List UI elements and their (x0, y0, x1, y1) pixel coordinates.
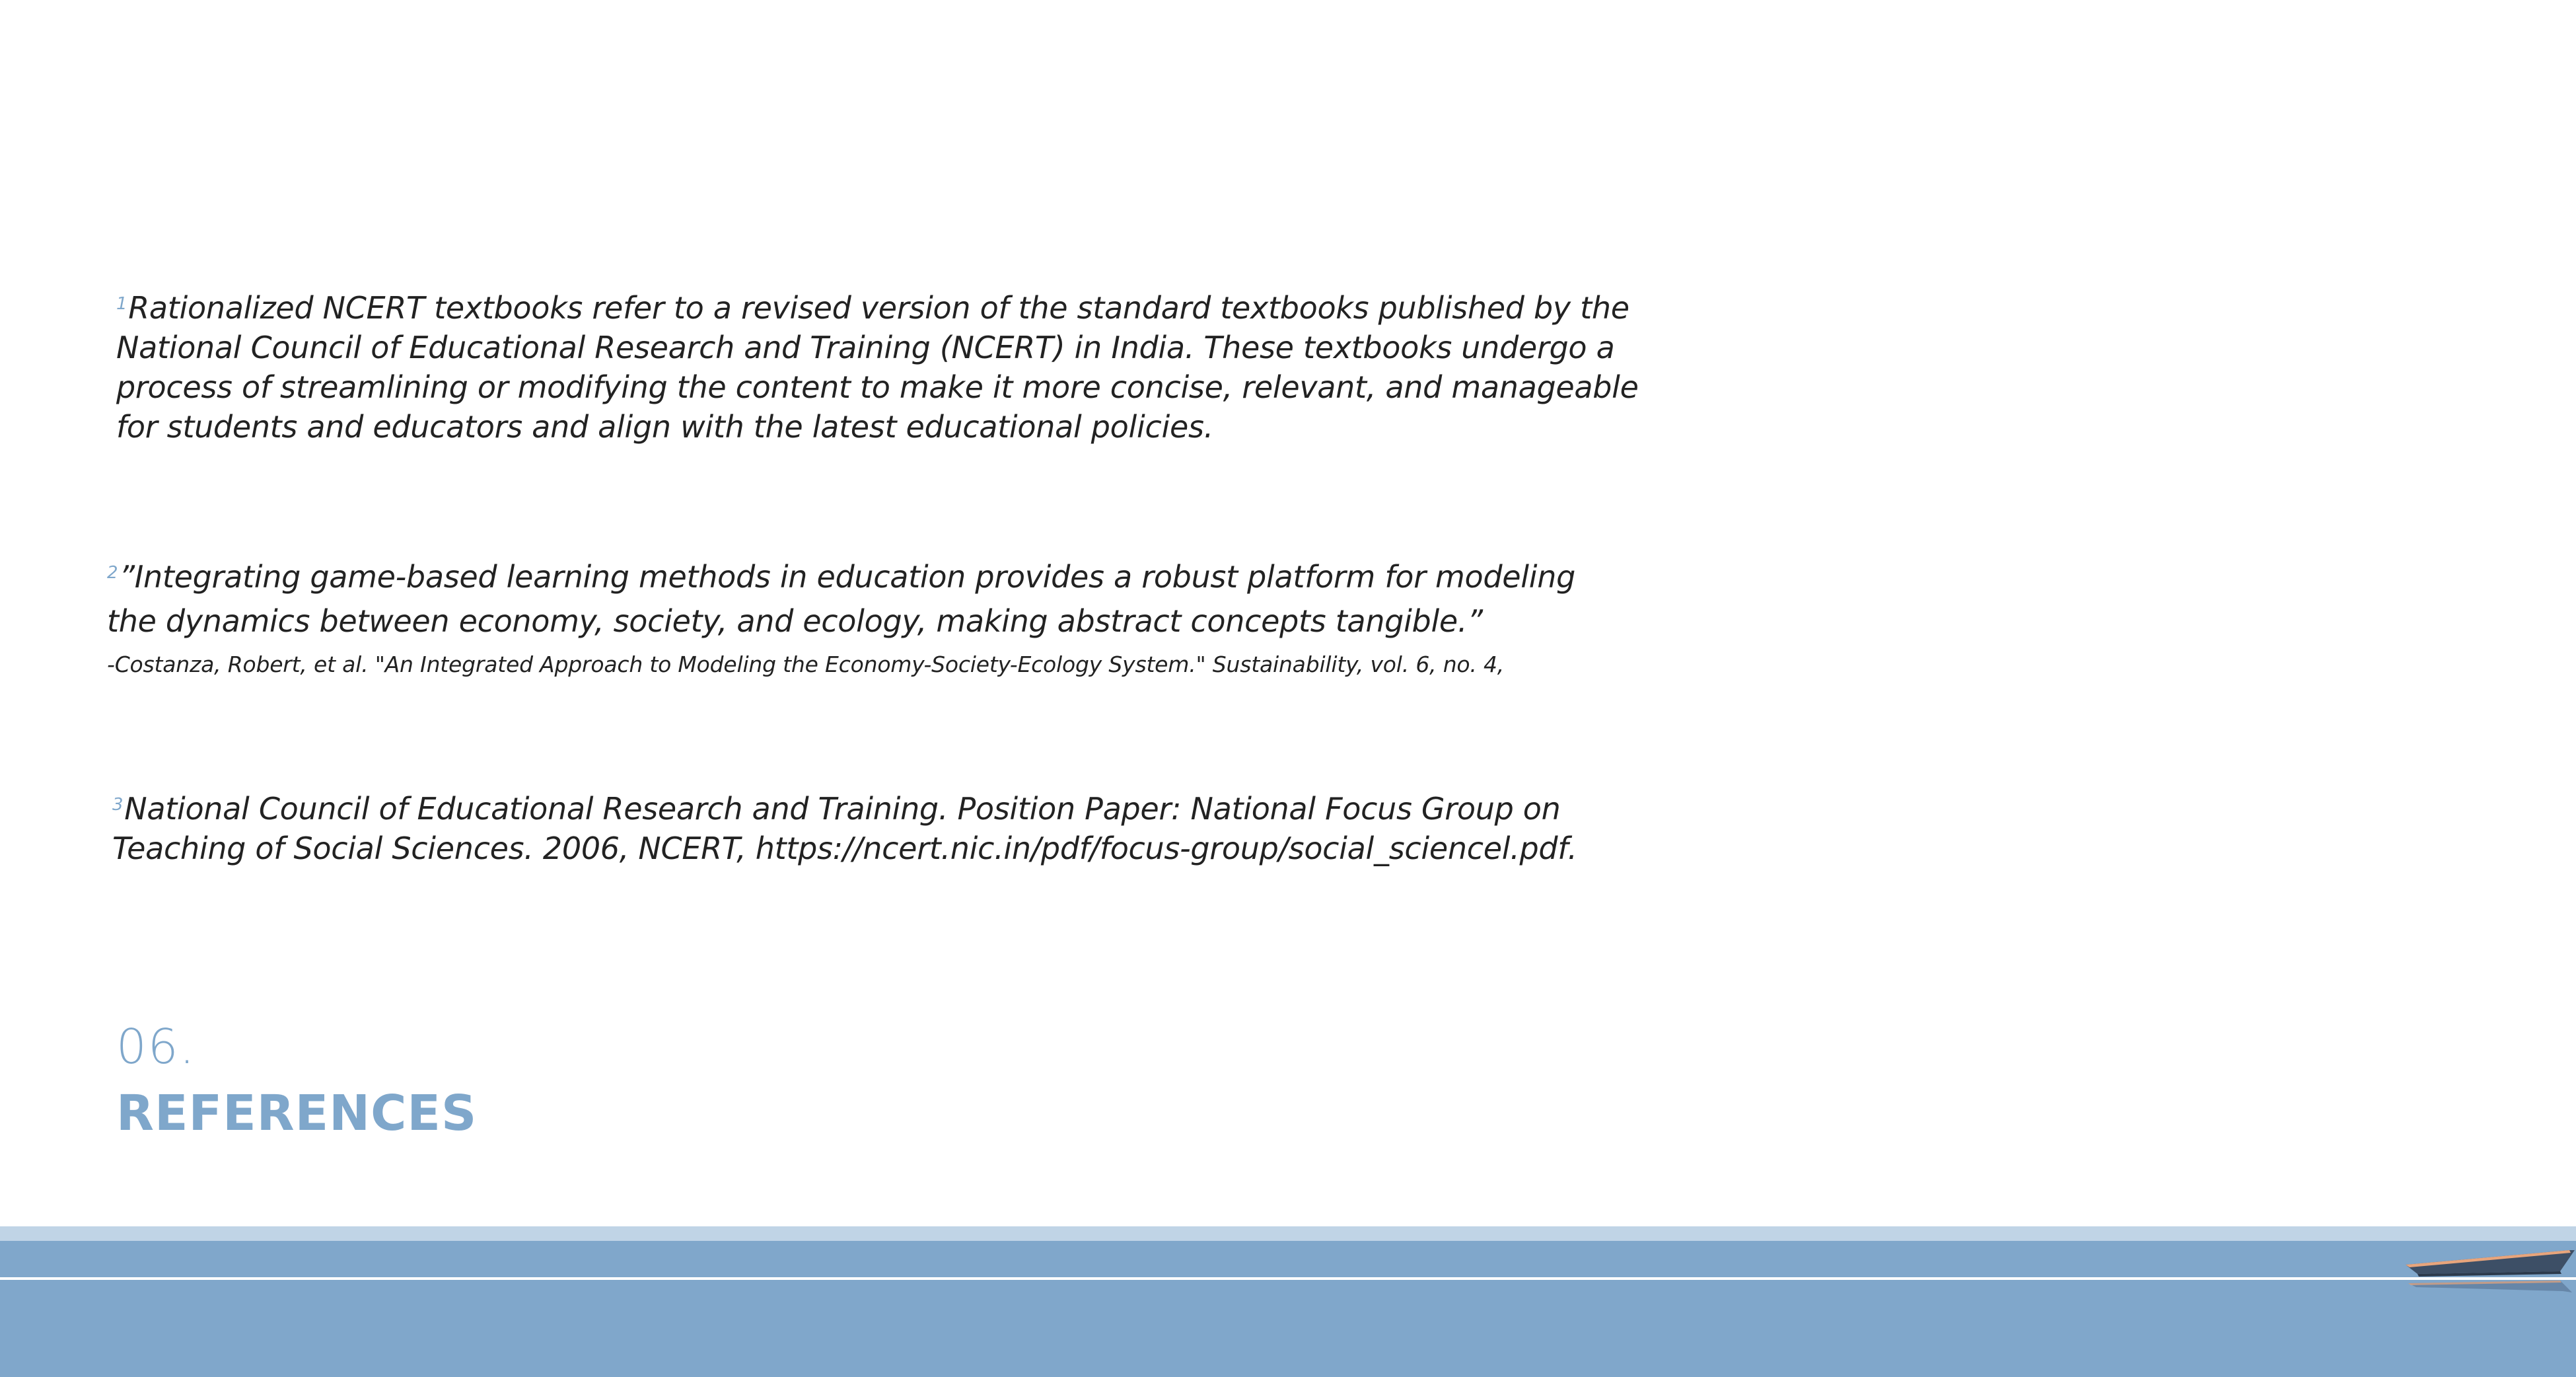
footnote-2-marker: 2 (107, 563, 118, 583)
footnote-3-line-1: 3National Council of Educational Researc… (112, 789, 1577, 829)
footnote-1-line-1: 1Rationalized NCERT textbooks refer to a… (116, 288, 1639, 328)
footnote-2: 2”Integrating game-based learning method… (107, 555, 1575, 644)
footnote-2-text-1: ”Integrating game-based learning methods… (119, 559, 1575, 595)
footer-band-light (0, 1226, 2576, 1241)
section-title: REFERENCES (116, 1085, 478, 1142)
footnote-2-citation: -Costanza, Robert, et al. "An Integrated… (107, 651, 1505, 677)
footnote-3-marker: 3 (112, 795, 124, 815)
section-number: 06. (116, 1019, 196, 1074)
boat-icon (2406, 1250, 2575, 1292)
footnote-1: 1Rationalized NCERT textbooks refer to a… (116, 288, 1639, 447)
footnote-1-text-1: Rationalized NCERT textbooks refer to a … (128, 290, 1629, 326)
footnote-3: 3National Council of Educational Researc… (112, 789, 1577, 868)
footnote-2-line-2: the dynamics between economy, society, a… (107, 603, 1483, 639)
slide-page: 1Rationalized NCERT textbooks refer to a… (0, 0, 2576, 1377)
footnote-1-line-3: process of streamlining or modifying the… (116, 369, 1639, 405)
footnote-1-line-2: National Council of Educational Research… (116, 330, 1615, 365)
footnote-3-text-1: National Council of Educational Research… (124, 791, 1561, 827)
footnote-2-line-1: 2”Integrating game-based learning method… (107, 555, 1575, 599)
footer-divider-line (0, 1277, 2576, 1280)
footer-band (0, 1241, 2576, 1377)
footnote-1-line-4: for students and educators and align wit… (116, 409, 1213, 445)
footnote-1-marker: 1 (116, 294, 127, 314)
footnote-3-line-2: Teaching of Social Sciences. 2006, NCERT… (112, 831, 1577, 866)
